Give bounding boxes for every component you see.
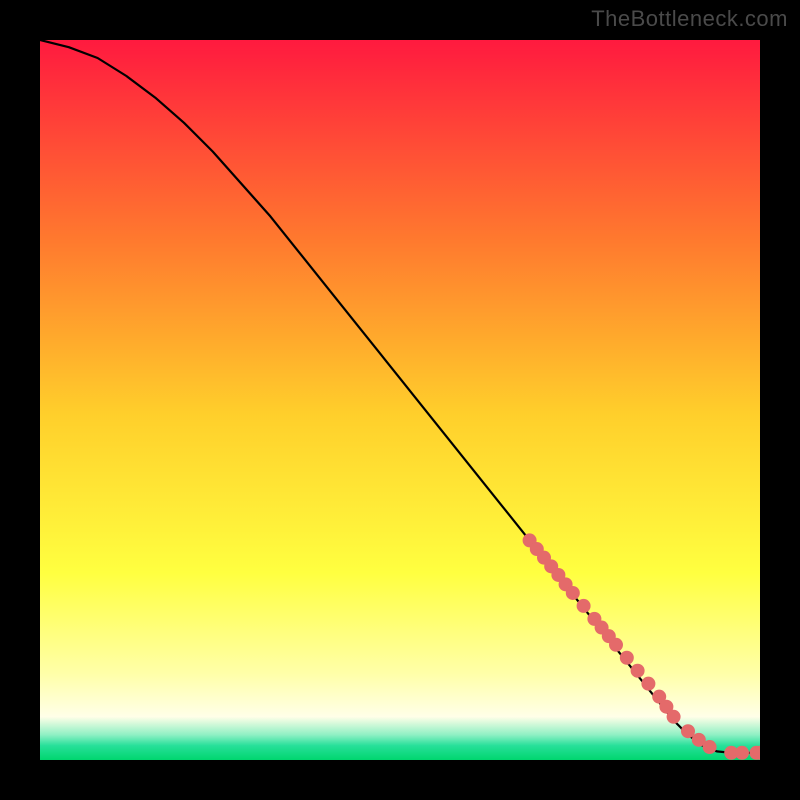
plot-area [40,40,760,760]
data-marker [735,746,749,760]
watermark-label: TheBottleneck.com [591,6,788,32]
data-marker [566,586,580,600]
data-marker [703,740,717,754]
data-marker [609,638,623,652]
chart-frame: TheBottleneck.com [0,0,800,800]
data-marker [577,599,591,613]
data-marker [620,651,634,665]
chart-svg [40,40,760,760]
data-marker [631,664,645,678]
data-marker [667,710,681,724]
data-marker [641,677,655,691]
gradient-background [40,40,760,760]
